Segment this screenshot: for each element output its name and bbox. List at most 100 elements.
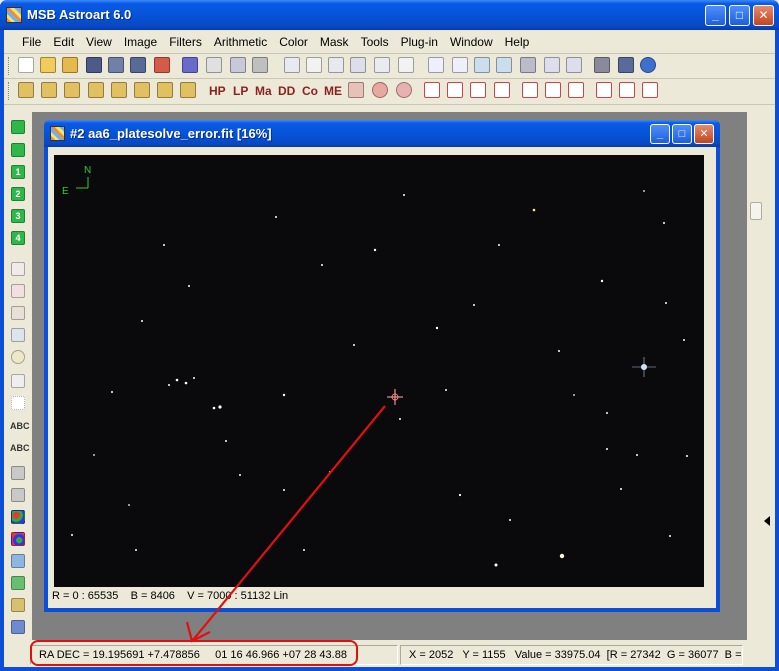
grid2-icon[interactable] [596,82,612,98]
function-icon[interactable] [180,82,196,98]
menu-arithmetic[interactable]: Arithmetic [208,31,273,53]
title-bar[interactable]: MSB Astroart 6.0 _ □ ✕ [0,0,779,30]
menu-edit[interactable]: Edit [47,31,80,53]
add-icon[interactable] [18,82,34,98]
magnifier-icon[interactable] [11,350,25,364]
help-icon[interactable] [640,57,656,73]
new-file-icon[interactable] [18,57,34,73]
zoom-in-icon[interactable] [474,57,490,73]
fit-window-icon[interactable] [544,57,560,73]
app-logo-icon[interactable] [6,7,22,23]
graph-icon[interactable] [11,328,25,342]
duplicate-icon[interactable] [522,82,538,98]
browser-icon[interactable] [154,57,170,73]
info-icon[interactable] [350,57,366,73]
image-maximize-button[interactable]: □ [672,124,692,144]
transform-icon[interactable] [568,82,584,98]
gray-1-icon[interactable] [11,466,25,480]
mirror-icon[interactable] [545,82,561,98]
star-remove-icon[interactable] [372,82,388,98]
plot-icon[interactable] [11,374,25,388]
preset-3-button[interactable]: 3 [11,209,25,223]
telescope-icon[interactable] [618,57,634,73]
rotate-icon[interactable] [470,82,486,98]
star-field-image[interactable]: N E [54,155,704,587]
menu-window[interactable]: Window [444,31,499,53]
tile-icon[interactable] [428,57,444,73]
resize-icon[interactable] [447,82,463,98]
highpass-button[interactable]: HP [209,84,226,98]
menu-help[interactable]: Help [499,31,536,53]
save-as-icon[interactable] [108,57,124,73]
deblur-icon[interactable] [396,82,412,98]
image-minimize-button[interactable]: _ [650,124,670,144]
panel-toggle-arrow-icon[interactable] [764,516,770,526]
cut-icon[interactable] [206,57,222,73]
menu-filters[interactable]: Filters [163,31,208,53]
selection-icon[interactable] [11,396,25,410]
color-green-icon[interactable] [11,120,25,134]
grid9-icon[interactable] [642,82,658,98]
text-tool[interactable]: ABC [10,421,30,431]
maximize-button[interactable]: □ [729,5,750,26]
play-icon[interactable] [11,143,25,157]
close-button[interactable]: ✕ [753,5,774,26]
divide-icon[interactable] [64,82,80,98]
save-all-icon[interactable] [130,57,146,73]
rgb-channels-icon[interactable] [11,532,25,546]
levels-icon[interactable] [348,82,364,98]
cascade-icon[interactable] [452,57,468,73]
median-button[interactable]: Ma [255,84,272,98]
save-icon[interactable] [86,57,102,73]
layers-icon[interactable] [11,620,25,634]
menu-color[interactable]: Color [273,31,314,53]
image-close-button[interactable]: ✕ [694,124,714,144]
mask-icon[interactable] [111,82,127,98]
star-mark-icon[interactable] [11,284,25,298]
copy-icon[interactable] [230,57,246,73]
statistics-icon[interactable] [284,57,300,73]
rgb-icon[interactable] [11,510,25,524]
dark-icon[interactable] [88,82,104,98]
color-table-icon[interactable] [11,598,25,612]
saturation-icon[interactable] [11,576,25,590]
menu-view[interactable]: View [80,31,118,53]
convolution-button[interactable]: Co [302,84,318,98]
preset-2-button[interactable]: 2 [11,187,25,201]
text-tool-color[interactable]: ABC [10,443,30,453]
undo-icon[interactable] [182,57,198,73]
full-screen-icon[interactable] [566,57,582,73]
flip-icon[interactable] [494,82,510,98]
gray-2-icon[interactable] [11,488,25,502]
open-recent-icon[interactable] [62,57,78,73]
preset-1-button[interactable]: 1 [11,165,25,179]
zoom-out-icon[interactable] [496,57,512,73]
sum-icon[interactable] [398,57,414,73]
image-window-title-bar[interactable]: #2 aa6_platesolve_error.fit [16%] _ □ ✕ [44,120,720,147]
star-select-icon[interactable] [11,262,25,276]
grid4-icon[interactable] [619,82,635,98]
multiply-icon[interactable] [157,82,173,98]
paste-icon[interactable] [252,57,268,73]
menu-tools[interactable]: Tools [355,31,395,53]
menu-file[interactable]: File [16,31,47,53]
menu-plugin[interactable]: Plug-in [395,31,444,53]
histogram-icon[interactable] [306,57,322,73]
plus-icon[interactable] [134,82,150,98]
menu-image[interactable]: Image [118,31,163,53]
vertical-scrollbar[interactable] [747,112,767,640]
menu-mask[interactable]: Mask [314,31,355,53]
minimize-button[interactable]: _ [705,5,726,26]
header-icon[interactable] [374,57,390,73]
profile-icon[interactable] [328,57,344,73]
monitor-icon[interactable] [520,57,536,73]
subtract-icon[interactable] [41,82,57,98]
align-icon[interactable] [594,57,610,73]
open-folder-icon[interactable] [40,57,56,73]
preset-4-button[interactable]: 4 [11,231,25,245]
maxent-button[interactable]: ME [324,84,342,98]
lowpass-button[interactable]: LP [233,84,248,98]
ddp-button[interactable]: DD [278,84,295,98]
scrollbar-thumb[interactable] [750,202,762,220]
crop-icon[interactable] [424,82,440,98]
